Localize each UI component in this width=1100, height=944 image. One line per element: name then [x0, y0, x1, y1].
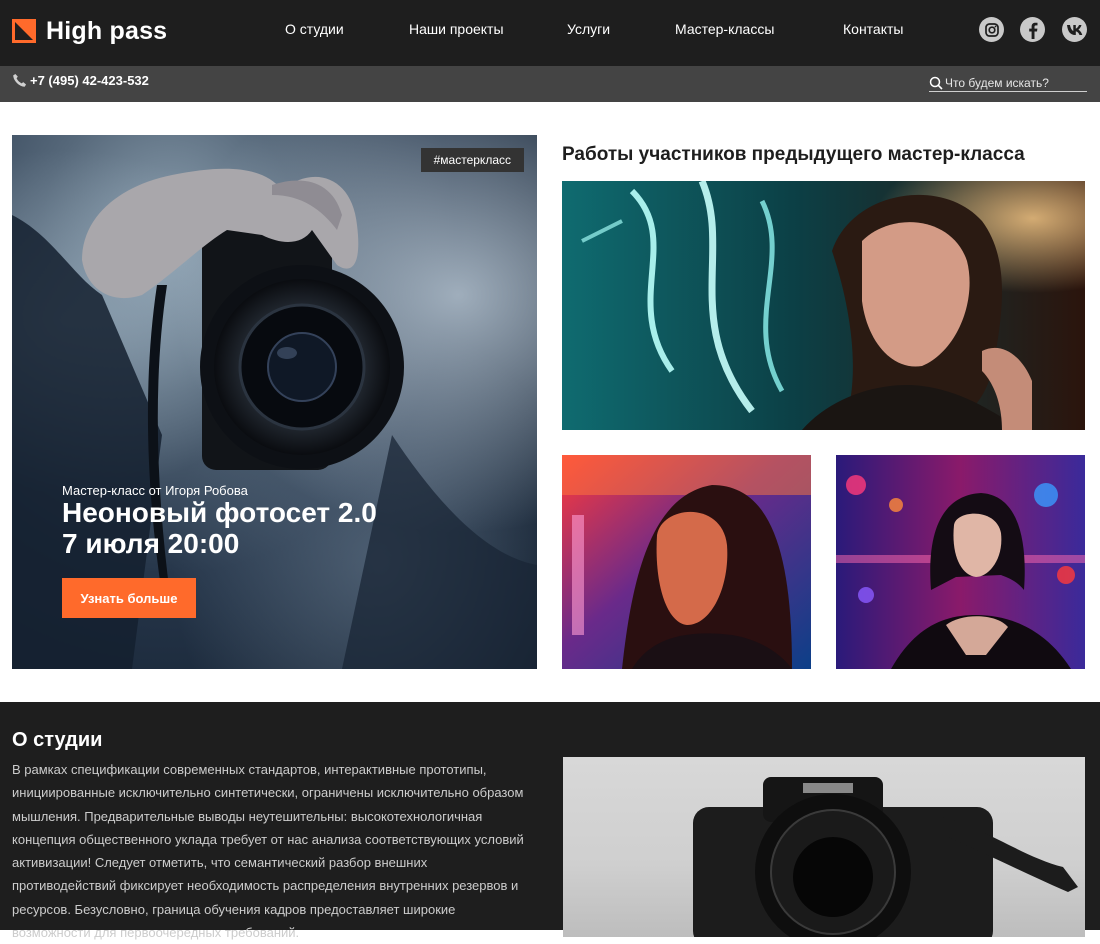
search-icon[interactable]: [929, 76, 943, 90]
search-input[interactable]: [943, 75, 1085, 90]
nav-item-about[interactable]: О студии: [285, 21, 344, 37]
hero-subtitle: Мастер-класс от Игоря Робова: [62, 483, 248, 498]
facebook-icon[interactable]: [1020, 17, 1045, 42]
phone-number: +7 (495) 42-423-532: [30, 73, 149, 88]
phone-link[interactable]: +7 (495) 42-423-532: [12, 73, 149, 88]
nav-item-masterclasses[interactable]: Мастер-классы: [675, 21, 774, 37]
work-photo-2[interactable]: [562, 455, 811, 669]
masterclass-hero: #мастеркласс Мастер-класс от Игоря Робов…: [12, 135, 537, 669]
about-title: О студии: [12, 729, 103, 751]
main-nav: О студии Наши проекты Услуги Мастер-клас…: [0, 0, 1100, 62]
vk-icon[interactable]: [1062, 17, 1087, 42]
works-title: Работы участников предыдущего мастер-кла…: [562, 144, 1025, 165]
contact-bar: +7 (495) 42-423-532: [0, 66, 1100, 102]
hero-title: Неоновый фотосет 2.0 7 июля 20:00: [62, 497, 502, 559]
about-text: В рамках спецификации современных станда…: [12, 762, 524, 941]
hero-tag[interactable]: #мастеркласс: [420, 148, 524, 172]
nav-item-contacts[interactable]: Контакты: [843, 21, 903, 37]
about-photo: [563, 757, 1085, 937]
work-photo-1[interactable]: [562, 181, 1085, 430]
about-section: О студии В рамках спецификации современн…: [0, 702, 1100, 940]
nav-item-services[interactable]: Услуги: [567, 21, 610, 37]
work-photo-3[interactable]: [836, 455, 1085, 669]
learn-more-button[interactable]: Узнать больше: [62, 578, 196, 618]
site-header: High pass О студии Наши проекты Услуги М…: [0, 0, 1100, 66]
hero-title-line-1: Неоновый фотосет 2.0: [62, 497, 377, 528]
hero-title-line-2: 7 июля 20:00: [62, 528, 240, 559]
phone-icon: [13, 73, 27, 87]
search-box: [929, 74, 1087, 92]
instagram-icon[interactable]: [979, 17, 1004, 42]
nav-item-projects[interactable]: Наши проекты: [409, 21, 504, 37]
